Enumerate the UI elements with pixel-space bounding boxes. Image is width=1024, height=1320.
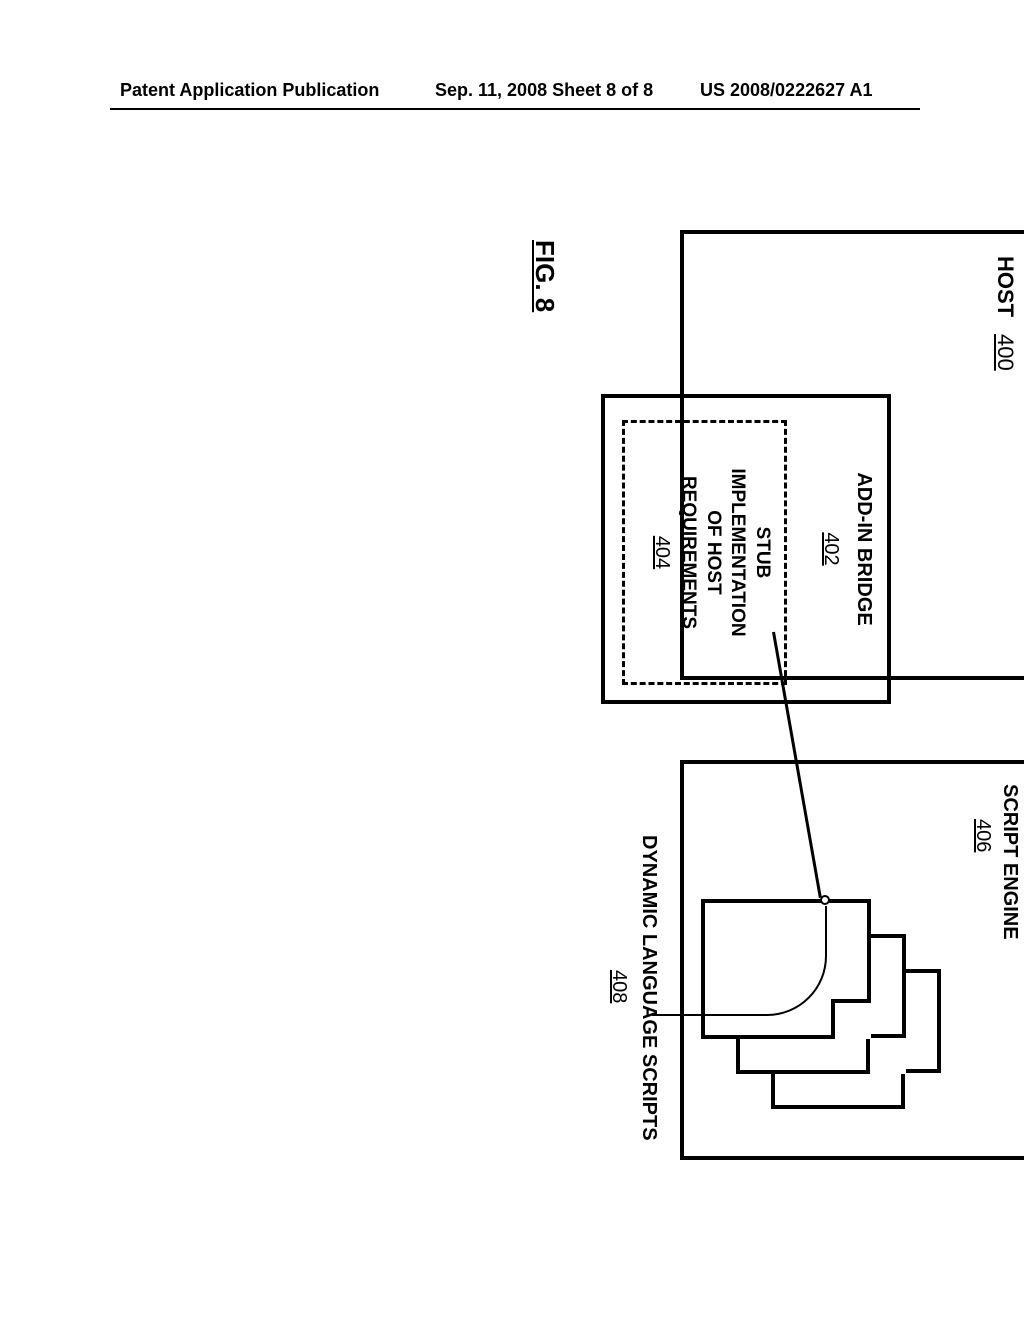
header-doc-number: US 2008/0222627 A1	[700, 80, 872, 101]
header-publication: Patent Application Publication	[120, 80, 379, 101]
stub-line4: REQUIREMENTS	[675, 423, 700, 682]
stub-line2: IMPLEMENTATION	[725, 423, 750, 682]
host-label: HOST	[992, 256, 1018, 317]
stub-box: STUB IMPLEMENTATION OF HOST REQUIREMENTS…	[622, 420, 787, 685]
stub-ref: 404	[649, 423, 675, 682]
addin-label: ADD-IN BRIDGE	[852, 398, 875, 700]
callout-curve	[652, 906, 827, 1016]
engine-ref: 406	[971, 819, 994, 852]
rotated-figure: HOST 400 ADD-IN BRIDGE 402 STUB IMPLEMEN…	[340, 180, 1024, 1180]
addin-bridge-box: ADD-IN BRIDGE 402 STUB IMPLEMENTATION OF…	[601, 394, 891, 704]
diagram-container: HOST 400 ADD-IN BRIDGE 402 STUB IMPLEMEN…	[120, 180, 900, 1180]
host-box: HOST 400 ADD-IN BRIDGE 402 STUB IMPLEMEN…	[680, 230, 1024, 680]
scripts-label: DYNAMIC LANGUAGE SCRIPTS	[637, 835, 660, 1141]
header-rule	[110, 108, 920, 110]
scripts-ref: 408	[607, 970, 630, 1003]
figure-caption: FIG. 8	[529, 240, 560, 312]
engine-label: SCRIPT ENGINE	[998, 784, 1021, 940]
stub-line1: STUB	[749, 423, 774, 682]
header-date-sheet: Sep. 11, 2008 Sheet 8 of 8	[435, 80, 653, 101]
stub-line3: OF HOST	[700, 423, 725, 682]
host-ref: 400	[992, 334, 1018, 371]
addin-ref: 402	[819, 398, 842, 700]
connector-endpoint-icon	[820, 895, 830, 905]
